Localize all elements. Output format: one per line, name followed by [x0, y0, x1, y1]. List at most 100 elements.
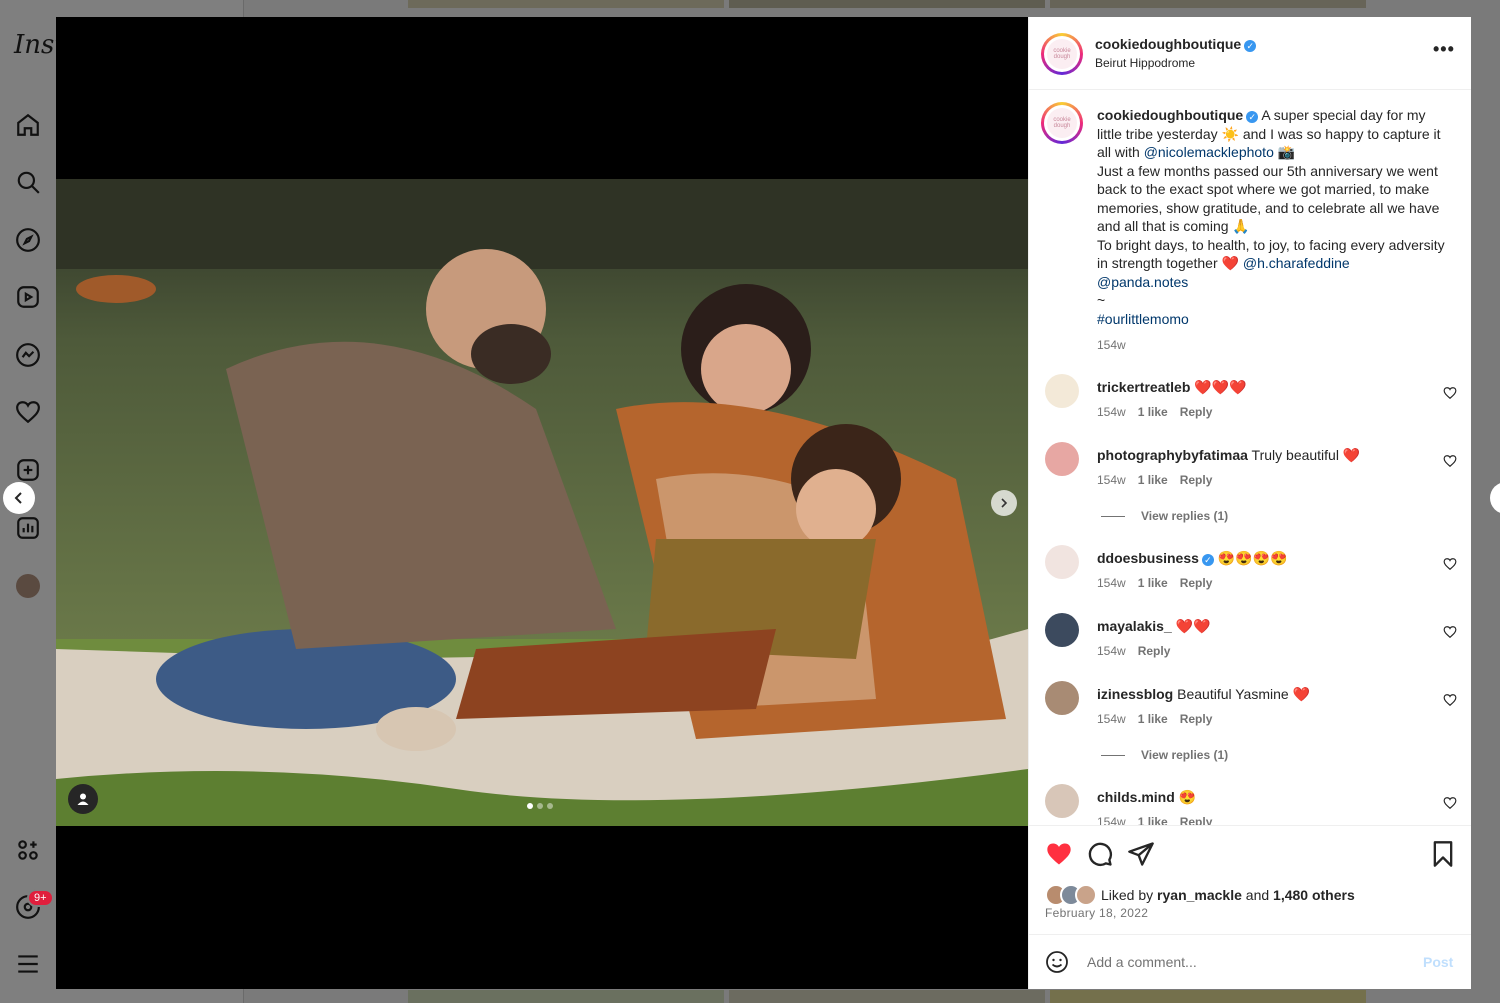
dashboard-icon[interactable]: [14, 514, 42, 542]
comment-likes[interactable]: 1 like: [1138, 576, 1168, 590]
post-comment-button[interactable]: Post: [1423, 954, 1453, 970]
comment-text: Truly beautiful ❤️: [1251, 447, 1361, 463]
post-modal: cookie dough cookiedoughboutique ✓ Beirut…: [56, 17, 1471, 989]
post-photo[interactable]: [56, 179, 1028, 826]
add-comment-bar: Add a comment... Post: [1029, 934, 1471, 989]
share-icon[interactable]: [1127, 840, 1155, 868]
caption-mention[interactable]: @h.charafeddine: [1243, 255, 1350, 271]
comment-avatar[interactable]: [1045, 545, 1079, 579]
verified-badge-icon: ✓: [1201, 554, 1214, 566]
emoji-icon[interactable]: [1045, 950, 1069, 974]
comment-likes[interactable]: 1 like: [1138, 405, 1168, 419]
liked-by-and: and: [1245, 887, 1270, 903]
feed-tile: [408, 990, 724, 1003]
explore-icon[interactable]: [14, 226, 42, 254]
comment-like-icon[interactable]: [1443, 625, 1457, 639]
menu-icon[interactable]: [14, 950, 42, 978]
carousel-next-button[interactable]: [991, 490, 1017, 516]
comment-reply-button[interactable]: Reply: [1180, 815, 1213, 825]
tagged-users-button[interactable]: [68, 784, 98, 814]
comment-likes[interactable]: 1 like: [1138, 712, 1168, 726]
comment-reply-button[interactable]: Reply: [1180, 405, 1213, 419]
feed-tile: [1050, 0, 1366, 8]
carousel-dot-active: [527, 803, 533, 809]
feed-tile: [1050, 990, 1366, 1003]
caption-text: ~: [1097, 292, 1106, 308]
comment-like-icon[interactable]: [1443, 693, 1457, 707]
view-replies-button[interactable]: View replies (1): [1101, 748, 1228, 762]
comment-avatar[interactable]: [1045, 784, 1079, 818]
caption-mention[interactable]: @nicolemacklephoto: [1144, 144, 1274, 160]
comment-text: Beautiful Yasmine ❤️: [1177, 686, 1310, 702]
notifications-heart-icon[interactable]: [14, 398, 42, 426]
author-avatar[interactable]: cookie dough: [1041, 33, 1083, 75]
comment-username[interactable]: mayalakis_: [1097, 618, 1172, 634]
comment-text: ❤️❤️: [1175, 618, 1211, 634]
feed-tile: [729, 990, 1045, 1003]
post-header: cookie dough cookiedoughboutique ✓ Beirut…: [1029, 17, 1471, 90]
home-icon[interactable]: [14, 111, 42, 139]
save-bookmark-icon[interactable]: [1429, 840, 1457, 868]
caption-timestamp: 154w: [1097, 338, 1126, 352]
caption-avatar[interactable]: cookie dough: [1041, 102, 1083, 144]
caption-mention[interactable]: @panda.notes: [1097, 274, 1188, 290]
comment-likes[interactable]: 1 like: [1138, 473, 1168, 487]
comment-icon[interactable]: [1086, 840, 1114, 868]
comment-like-icon[interactable]: [1443, 796, 1457, 810]
comment-avatar[interactable]: [1045, 374, 1079, 408]
comment-time: 154w: [1097, 405, 1126, 419]
comment-text: ❤️❤️❤️: [1194, 379, 1247, 395]
comment-reply-button[interactable]: Reply: [1180, 473, 1213, 487]
comment-like-icon[interactable]: [1443, 386, 1457, 400]
verified-badge-icon: ✓: [1246, 111, 1259, 123]
comment-time: 154w: [1097, 712, 1126, 726]
view-replies-button[interactable]: View replies (1): [1101, 509, 1228, 523]
comment-like-icon[interactable]: [1443, 557, 1457, 571]
messenger-icon[interactable]: [14, 341, 42, 369]
notification-badge: 9+: [27, 889, 54, 907]
previous-post-button[interactable]: [3, 482, 35, 514]
profile-avatar[interactable]: [16, 574, 40, 598]
comment-reply-button[interactable]: Reply: [1180, 576, 1213, 590]
post-media: [56, 17, 1028, 989]
feed-tile: [408, 0, 724, 8]
comment-username[interactable]: photographybyfatimaa: [1097, 447, 1248, 463]
comment-username[interactable]: trickertreatleb: [1097, 379, 1190, 395]
comment-time: 154w: [1097, 644, 1126, 658]
post-sidebar: cookie dough cookiedoughboutique ✓ Beirut…: [1028, 17, 1471, 989]
search-icon[interactable]: [14, 168, 42, 196]
comment-reply-button[interactable]: Reply: [1180, 712, 1213, 726]
post-location[interactable]: Beirut Hippodrome: [1095, 56, 1195, 70]
comment-likes[interactable]: 1 like: [1138, 815, 1168, 825]
comment-like-icon[interactable]: [1443, 454, 1457, 468]
user-icon: [77, 793, 89, 805]
comment-username[interactable]: izinessblog: [1097, 686, 1173, 702]
caption-text: 📸: [1273, 144, 1296, 160]
liker-avatar: [1075, 884, 1097, 906]
apps-icon[interactable]: [14, 836, 42, 864]
caption-hashtag[interactable]: #ourlittlemomo: [1097, 311, 1189, 327]
create-icon[interactable]: [14, 456, 42, 484]
liked-by-others[interactable]: 1,480 others: [1273, 887, 1355, 903]
comment-reply-button[interactable]: Reply: [1138, 644, 1171, 658]
post-actions: Liked by ryan_mackle and 1,480 others Fe…: [1029, 825, 1471, 936]
carousel-dot: [537, 803, 543, 809]
comment-avatar[interactable]: [1045, 613, 1079, 647]
reels-icon[interactable]: [14, 283, 42, 311]
carousel-dots: [527, 803, 553, 809]
caption-username[interactable]: cookiedoughboutique: [1097, 107, 1243, 123]
comment-username[interactable]: ddoesbusiness: [1097, 550, 1199, 566]
like-heart-icon[interactable]: [1045, 840, 1073, 868]
comments-scroll[interactable]: cookie dough cookiedoughboutique ✓ A supe…: [1029, 90, 1471, 825]
more-options-icon[interactable]: •••: [1433, 39, 1455, 60]
liked-by: Liked by ryan_mackle and 1,480 others: [1045, 884, 1355, 906]
author-username[interactable]: cookiedoughboutique: [1095, 36, 1241, 52]
chevron-left-icon: [14, 492, 22, 504]
carousel-dot: [547, 803, 553, 809]
comment-input[interactable]: Add a comment...: [1087, 954, 1197, 970]
comment-avatar[interactable]: [1045, 442, 1079, 476]
comment-avatar[interactable]: [1045, 681, 1079, 715]
comment-username[interactable]: childs.mind: [1097, 789, 1175, 805]
liked-by-username[interactable]: ryan_mackle: [1157, 887, 1242, 903]
chevron-right-icon: [1001, 498, 1008, 508]
